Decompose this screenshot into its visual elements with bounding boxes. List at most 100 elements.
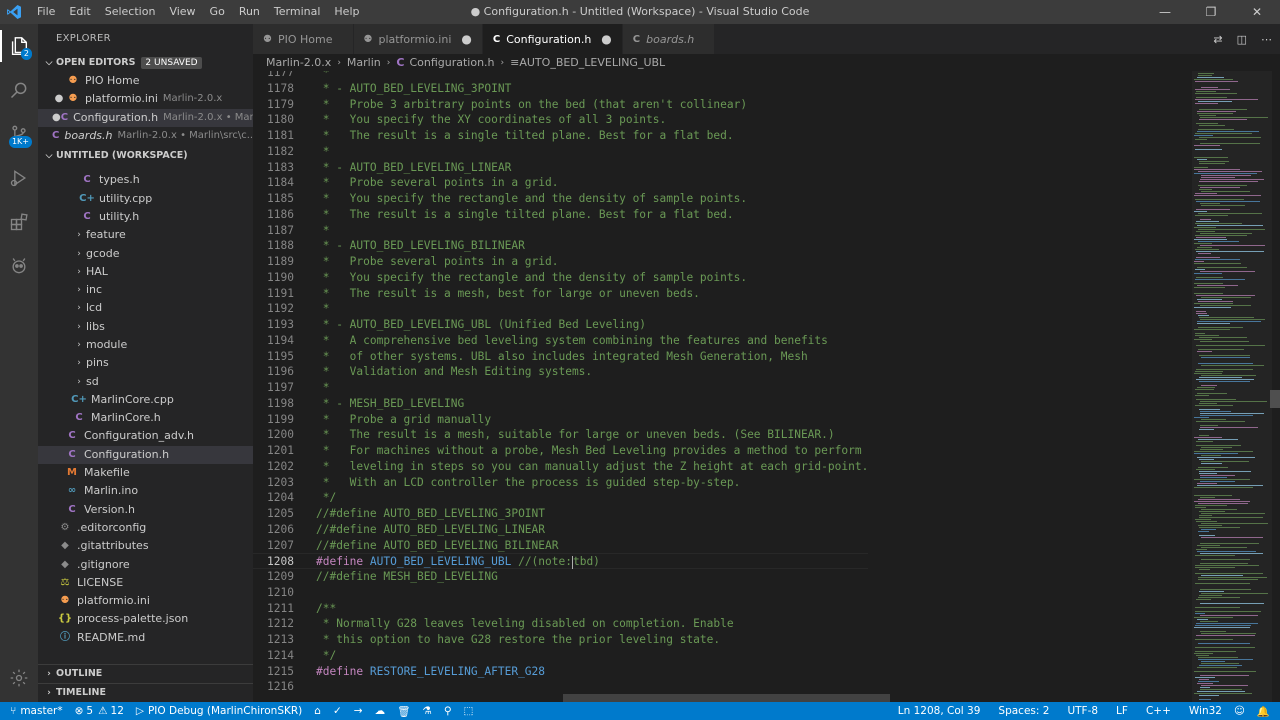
vertical-scrollbar[interactable] (1270, 390, 1280, 408)
pio-serial-monitor-icon[interactable]: ⚲ (438, 705, 458, 717)
open-editors-section[interactable]: ⌵ OPEN EDITORS 2 UNSAVED (38, 54, 253, 72)
tree-file[interactable]: M Makefile (38, 464, 253, 482)
pio-build-icon[interactable]: ✓ (327, 705, 348, 717)
code-line: 1201 * For machines without a probe, Mes… (253, 443, 868, 459)
pio-upload-icon[interactable]: → (348, 705, 369, 717)
close-icon[interactable]: ✕ (1234, 0, 1280, 24)
pio-home-icon[interactable]: ⌂ (308, 705, 327, 717)
tree-folder[interactable]: › feature (38, 226, 253, 244)
line-number: 1208 (267, 555, 294, 569)
debug-launch[interactable]: ▷ PIO Debug (MarlinChironSKR) (130, 705, 308, 717)
tree-folder[interactable]: › pins (38, 354, 253, 372)
tree-file[interactable]: ⓘ README.md (38, 629, 253, 647)
tree-folder[interactable]: › module (38, 336, 253, 354)
breadcrumb-item[interactable]: Marlin-2.0.x (266, 56, 331, 69)
tree-file[interactable]: C+ MarlinCore.cpp (38, 391, 253, 409)
code-line: 1180 * You specify the XY coordinates of… (253, 112, 868, 128)
tree-file[interactable]: C MarlinCore.h (38, 409, 253, 427)
tree-file[interactable]: ◆ .gitignore (38, 555, 253, 573)
menu-item-go[interactable]: Go (203, 0, 232, 24)
more-actions-icon[interactable]: ⋯ (1261, 33, 1272, 46)
breadcrumb-item[interactable]: Marlin (347, 56, 381, 69)
tab-boards-h[interactable]: Cboards.h (622, 24, 716, 54)
minimize-icon[interactable]: — (1142, 0, 1188, 24)
tree-file[interactable]: ⚉ platformio.ini (38, 592, 253, 610)
menu-item-terminal[interactable]: Terminal (267, 0, 328, 24)
cursor-position[interactable]: Ln 1208, Col 39 (892, 705, 987, 717)
tree-folder[interactable]: › lcd (38, 299, 253, 317)
tree-folder[interactable]: › sd (38, 372, 253, 390)
minimap[interactable] (1190, 71, 1280, 702)
menu-item-view[interactable]: View (162, 0, 202, 24)
problems-indicator[interactable]: ⊗ 5 ⚠ 12 (69, 705, 130, 717)
extensions-icon[interactable] (0, 200, 38, 244)
tree-folder[interactable]: › inc (38, 281, 253, 299)
indentation[interactable]: Spaces: 2 (992, 705, 1055, 717)
horizontal-scrollbar[interactable] (563, 694, 890, 702)
tree-item-label: inc (86, 283, 103, 297)
restore-icon[interactable]: ❐ (1188, 0, 1234, 24)
tree-file[interactable]: ⚖ LICENSE (38, 574, 253, 592)
code-token: * Probe several points in a grid. (316, 255, 559, 268)
tree-file[interactable]: {} process-palette.json (38, 610, 253, 628)
menu-item-selection[interactable]: Selection (98, 0, 163, 24)
open-editor-item[interactable]: ⚉ PIO Home (38, 72, 253, 90)
breadcrumb-item[interactable]: Configuration.h (409, 56, 494, 69)
tab-platformio-ini[interactable]: ⚉ platformio.ini ● (353, 24, 483, 54)
minimap-slider[interactable] (1192, 71, 1272, 702)
platform[interactable]: Win32 (1183, 705, 1228, 717)
breadcrumb-item[interactable]: AUTO_BED_LEVELING_UBL (519, 56, 665, 69)
tree-item-label: Makefile (84, 466, 130, 480)
encoding[interactable]: UTF-8 (1061, 705, 1104, 717)
platformio-icon[interactable] (0, 244, 38, 288)
menu-item-file[interactable]: File (30, 0, 62, 24)
settings-gear-icon[interactable] (0, 660, 38, 696)
search-icon[interactable] (0, 68, 38, 112)
tree-file[interactable]: ∞ Marlin.ino (38, 482, 253, 500)
tree-file[interactable]: Ctypes.h (38, 171, 253, 189)
unsaved-dot-icon[interactable]: ● (52, 90, 66, 108)
explorer-icon[interactable]: 2 (0, 24, 38, 68)
timeline-section[interactable]: › TIMELINE (38, 683, 253, 702)
source-control-icon[interactable]: 1K+ (0, 112, 38, 156)
open-editor-item[interactable]: ● ⚉ platformio.ini Marlin-2.0.x (38, 90, 253, 108)
tree-file[interactable]: C Version.h (38, 501, 253, 519)
tree-item-label: .gitignore (77, 557, 130, 571)
tree-file[interactable]: ◆ .gitattributes (38, 537, 253, 555)
menu-item-run[interactable]: Run (232, 0, 267, 24)
tree-folder[interactable]: › libs (38, 318, 253, 336)
pio-clean-icon[interactable]: 🗑 (391, 705, 416, 718)
code-editor[interactable]: 1177 * 1178 * - AUTO_BED_LEVELING_3POINT 1… (253, 71, 1190, 702)
tab-pio-home[interactable]: ⚉ PIO Home (253, 24, 354, 54)
outline-section[interactable]: › OUTLINE (38, 664, 253, 683)
unsaved-dot-icon[interactable]: ● (601, 32, 611, 46)
branch-indicator[interactable]: ⑂ master* (0, 705, 69, 717)
run-debug-icon[interactable] (0, 156, 38, 200)
tree-folder[interactable]: › HAL (38, 263, 253, 281)
tab-configuration-h[interactable]: C Configuration.h ● (482, 24, 623, 54)
menu-item-help[interactable]: Help (327, 0, 366, 24)
pio-test-icon[interactable]: ⚗ (416, 705, 437, 717)
menu-item-edit[interactable]: Edit (62, 0, 97, 24)
tree-file[interactable]: C+ utility.cpp (38, 189, 253, 207)
tree-folder[interactable]: › gcode (38, 244, 253, 262)
open-editor-item[interactable]: Cboards.h Marlin-2.0.x • Marlin\src\c... (38, 127, 253, 145)
tree-file[interactable]: ⚙ .editorconfig (38, 519, 253, 537)
line-ending[interactable]: LF (1110, 705, 1134, 717)
open-editor-path: Marlin-2.0.x • Marlin\src\c... (117, 130, 253, 142)
pio-terminal-icon[interactable]: ⬚ (458, 705, 480, 717)
split-editor-icon[interactable]: ◫ (1237, 33, 1247, 46)
unsaved-dot-icon[interactable]: ● (461, 32, 471, 46)
notifications-icon[interactable]: 🔔 (1251, 705, 1276, 718)
workspace-section[interactable]: ⌵ UNTITLED (WORKSPACE) (38, 147, 253, 165)
tree-file[interactable]: C Configuration_adv.h (38, 427, 253, 445)
tree-file[interactable]: Cutility.h (38, 208, 253, 226)
code-token: //#define AUTO_BED_LEVELING_BILINEAR (316, 538, 559, 552)
open-editor-item[interactable]: ●C Configuration.h Marlin-2.0.x • Marlin (38, 108, 253, 127)
feedback-icon[interactable]: ☺ (1228, 705, 1251, 717)
compare-changes-icon[interactable]: ⇄ (1213, 33, 1222, 46)
unsaved-dot-icon[interactable]: ● (52, 109, 61, 127)
pio-remote-icon[interactable]: ☁ (369, 705, 392, 717)
language-mode[interactable]: C++ (1140, 705, 1177, 717)
tree-file[interactable]: C Configuration.h (38, 445, 253, 464)
